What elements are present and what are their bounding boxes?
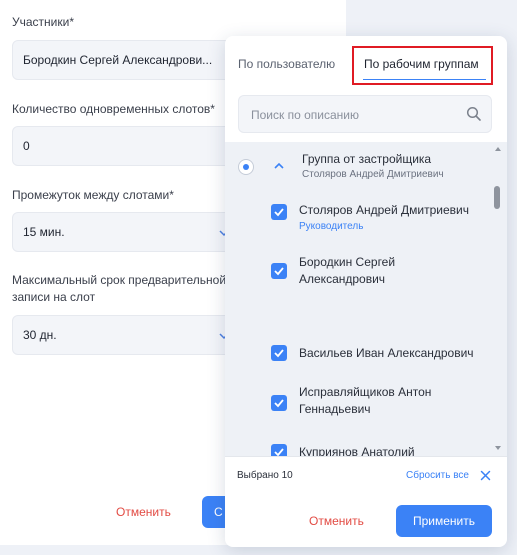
- list-item[interactable]: Столяров Андрей Дмитриевич Руководитель: [225, 194, 491, 238]
- max-term-label: Максимальный срок предварительной записи…: [12, 273, 227, 304]
- list-item[interactable]: Куприянов Анатолий: [225, 438, 491, 456]
- search-input[interactable]: Поиск по описанию: [238, 95, 492, 133]
- member-name: Васильев Иван Александрович: [299, 346, 474, 360]
- divider: [225, 456, 507, 457]
- checkmark-icon: [274, 448, 284, 456]
- slots-count-input[interactable]: 0: [12, 126, 252, 166]
- checkbox[interactable]: [271, 263, 287, 279]
- max-term-select[interactable]: 30 дн.: [12, 315, 252, 355]
- apply-button[interactable]: Применить: [396, 505, 492, 537]
- cancel-button[interactable]: Отменить: [309, 514, 364, 528]
- scrollbar-thumb[interactable]: [494, 186, 500, 209]
- group-row[interactable]: Группа от застройщика Столяров Андрей Дм…: [225, 142, 491, 188]
- scroll-down-arrow-icon[interactable]: [494, 444, 502, 452]
- tab-highlight-frame: [352, 46, 493, 85]
- checkmark-icon: [274, 399, 284, 408]
- participants-label: Участники*: [12, 15, 74, 29]
- checkbox[interactable]: [271, 345, 287, 361]
- member-name: Куприянов Анатолий: [299, 445, 415, 456]
- member-role: Руководитель: [299, 221, 364, 232]
- chevron-up-icon[interactable]: [273, 160, 285, 172]
- slot-interval-label: Промежуток между слотами*: [12, 188, 174, 202]
- selected-count: Выбрано 10: [237, 470, 293, 481]
- checkbox[interactable]: [271, 395, 287, 411]
- slots-count-label: Количество одновременных слотов*: [12, 102, 215, 116]
- form-cancel-button[interactable]: Отменить: [116, 505, 171, 519]
- tab-by-user[interactable]: По пользователю: [238, 56, 335, 72]
- scroll-up-arrow-icon[interactable]: [494, 145, 502, 153]
- member-name: Исправляйщиков Антон Геннадьевич: [299, 385, 432, 416]
- member-name: Бородкин Сергей Александрович: [299, 255, 396, 286]
- member-name: Столяров Андрей Дмитриевич: [299, 203, 469, 217]
- group-radio[interactable]: [238, 159, 254, 175]
- list-item[interactable]: Исправляйщиков Антон Геннадьевич: [225, 378, 491, 428]
- checkbox[interactable]: [271, 204, 287, 220]
- checkbox[interactable]: [271, 444, 287, 456]
- participants-field[interactable]: Бородкин Сергей Александрови...: [12, 40, 252, 80]
- reset-all-link[interactable]: Сбросить все: [406, 470, 469, 481]
- search-icon[interactable]: [466, 106, 482, 122]
- list-item[interactable]: Бородкин Сергей Александрович: [225, 246, 491, 296]
- checkmark-icon: [274, 267, 284, 276]
- checkmark-icon: [274, 349, 284, 358]
- group-leader: Столяров Андрей Дмитриевич: [302, 169, 444, 180]
- group-member-list[interactable]: Группа от застройщика Столяров Андрей Дм…: [225, 142, 507, 456]
- slot-interval-select[interactable]: 15 мин.: [12, 212, 252, 252]
- search-placeholder: Поиск по описанию: [251, 108, 359, 122]
- checkmark-icon: [274, 208, 284, 217]
- list-item[interactable]: Васильев Иван Александрович: [225, 302, 491, 361]
- participants-picker-popup: По пользователю По рабочим группам Поиск…: [225, 36, 507, 547]
- close-icon[interactable]: [480, 470, 491, 481]
- group-title: Группа от застройщика: [302, 152, 432, 166]
